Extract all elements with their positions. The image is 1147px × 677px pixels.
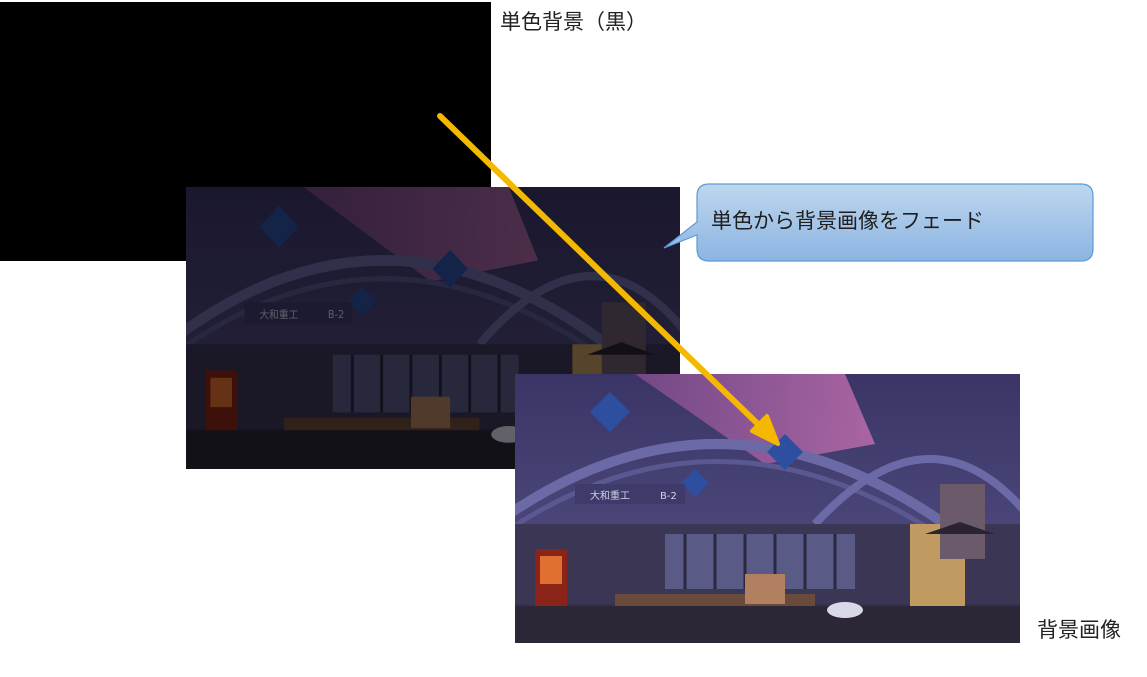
scene-sign-company: 大和重工 [590, 489, 630, 502]
background-image-label: 背景画像 [1037, 618, 1121, 642]
scene-sign-company: 大和重工 [259, 308, 298, 321]
solid-background-label: 単色背景（黒） [500, 10, 647, 34]
scene-sign-block: B-2 [328, 310, 344, 321]
background-image: 大和重工 B-2 [515, 374, 1020, 643]
scene-sign-block: B-2 [660, 491, 677, 502]
callout-text: 単色から背景画像をフェード [711, 209, 984, 233]
